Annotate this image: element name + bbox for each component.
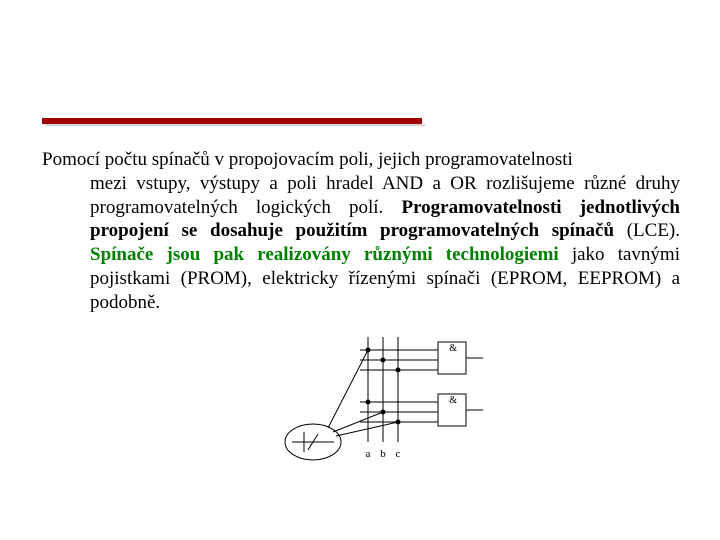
axis-c: c [396,448,401,460]
schematic-diagram: & & a b c [278,332,488,472]
body-paragraph: Pomocí počtu spínačů v propojovacím poli… [42,148,680,314]
para-seg-4-green: Spínače jsou pak realizovány různými tec… [90,244,559,265]
axis-a: a [366,448,371,460]
para-seg-3: (LCE). [614,220,680,241]
para-firstline: Pomocí počtu spínačů v propojovacím poli… [42,148,680,172]
title-rule-shadow [45,124,425,126]
axis-b: b [380,448,386,460]
para-rest: mezi vstupy, výstupy a poli hradel AND a… [42,172,680,315]
and-label-2: & [449,395,457,406]
schematic-svg: & & a b c [278,332,488,472]
and-label-1: & [449,343,457,354]
slide: Pomocí počtu spínačů v propojovacím poli… [0,0,720,540]
